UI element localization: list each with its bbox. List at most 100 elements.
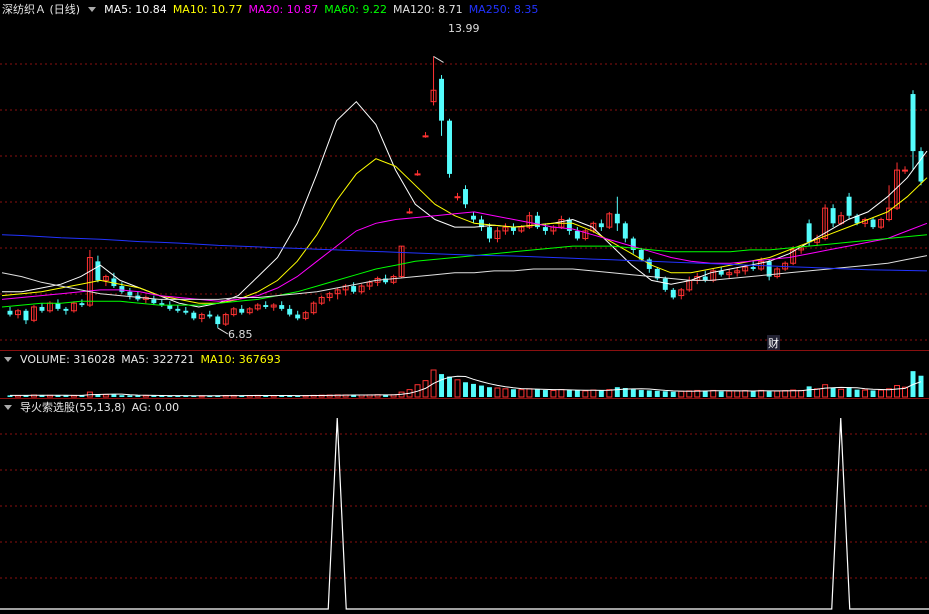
indicator-panel: 导火索选股(55,13,8) AG: 0.00 bbox=[0, 398, 929, 614]
candle-body bbox=[239, 308, 245, 313]
volume-title[interactable]: VOLUME: 316028 bbox=[20, 353, 115, 366]
candle-body bbox=[486, 227, 492, 239]
volume-bar bbox=[734, 390, 741, 398]
volume-bar bbox=[510, 389, 516, 397]
high-pointer bbox=[433, 55, 444, 63]
volume-bar bbox=[518, 389, 525, 398]
chevron-down-icon[interactable] bbox=[88, 6, 97, 12]
volume-bar bbox=[822, 384, 829, 398]
candle-body bbox=[151, 299, 157, 304]
candle-body bbox=[662, 278, 668, 290]
candle-body bbox=[183, 310, 189, 313]
volume-panel: VOLUME: 316028 MA5: 322721 MA10: 367693 bbox=[0, 350, 929, 398]
candle-body bbox=[279, 305, 285, 309]
volume-legend: VOLUME: 316028 MA5: 322721 MA10: 367693 bbox=[0, 350, 281, 368]
stock-title[interactable]: 深纺织Ａ (日线) bbox=[2, 1, 80, 17]
candle-body bbox=[670, 289, 676, 298]
volume-bar bbox=[598, 390, 604, 397]
price-legend: 深纺织Ａ (日线) MA5: 10.84 MA10: 10.77 MA20: 1… bbox=[0, 0, 538, 18]
volume-bar bbox=[471, 383, 476, 397]
volume-bar bbox=[463, 382, 468, 397]
volume-bar bbox=[766, 391, 772, 397]
volume-bar bbox=[750, 391, 756, 397]
ma20-label: MA20: 10.87 bbox=[248, 2, 319, 16]
volume-bar bbox=[119, 395, 125, 397]
candle-body bbox=[439, 78, 445, 121]
volume-bar bbox=[550, 389, 557, 398]
candle-body bbox=[191, 312, 197, 319]
high-price-label: 13.99 bbox=[448, 22, 480, 35]
volume-bar bbox=[718, 391, 724, 397]
volume-bar bbox=[590, 389, 597, 398]
volume-bar bbox=[854, 389, 860, 397]
volume-bar bbox=[702, 390, 708, 397]
volume-bar bbox=[542, 390, 548, 397]
ma-line-ma250 bbox=[1, 234, 928, 272]
volume-bar bbox=[494, 387, 501, 398]
ma120-label: MA120: 8.71 bbox=[392, 2, 463, 16]
candle-body bbox=[510, 227, 516, 231]
finance-marker[interactable]: 财 bbox=[767, 335, 780, 351]
volume-bar bbox=[566, 390, 572, 397]
volume-bar bbox=[582, 390, 589, 398]
volume-ma10: MA10: 367693 bbox=[200, 352, 281, 366]
candle-body bbox=[614, 213, 620, 224]
volume-bar bbox=[502, 388, 509, 398]
volume-bar bbox=[638, 390, 644, 397]
candle-body bbox=[23, 310, 29, 321]
volume-bar bbox=[894, 385, 901, 398]
candle-body bbox=[471, 215, 476, 220]
volume-bar bbox=[742, 390, 749, 398]
candle-body bbox=[463, 189, 468, 205]
candle-body bbox=[127, 291, 133, 296]
volume-bar bbox=[870, 390, 876, 397]
candle-body bbox=[447, 120, 452, 174]
candle-body bbox=[702, 276, 708, 281]
candle-body bbox=[910, 94, 916, 152]
indicator-legend: 导火索选股(55,13,8) AG: 0.00 bbox=[0, 398, 179, 416]
candle-body bbox=[167, 305, 173, 309]
volume-bar bbox=[630, 389, 636, 397]
ma-line-ma5 bbox=[2, 100, 928, 308]
volume-bar bbox=[646, 390, 652, 397]
candle-body bbox=[542, 227, 548, 231]
volume-bar bbox=[846, 387, 852, 397]
volume-bar bbox=[710, 389, 717, 398]
candle-body bbox=[295, 314, 301, 319]
volume-bar bbox=[654, 390, 660, 397]
volume-bar bbox=[758, 389, 765, 398]
volume-bar bbox=[878, 389, 885, 398]
candle-body bbox=[63, 308, 69, 311]
chevron-down-icon[interactable] bbox=[4, 356, 12, 362]
volume-bar bbox=[102, 394, 109, 398]
volume-bar bbox=[111, 394, 117, 397]
volume-bar bbox=[447, 376, 452, 397]
volume-bar bbox=[814, 388, 821, 398]
ma5-label: MA5: 10.84 bbox=[104, 2, 167, 16]
indicator-value: AG: 0.00 bbox=[131, 400, 180, 414]
low-pointer bbox=[217, 327, 229, 335]
candle-body bbox=[95, 261, 101, 281]
ma-line-ma60 bbox=[1, 234, 928, 308]
ag-line bbox=[0, 417, 929, 610]
volume-bar bbox=[479, 385, 484, 397]
volume-bar bbox=[670, 391, 676, 397]
candle-body bbox=[7, 310, 13, 315]
volume-bar bbox=[838, 388, 845, 398]
candle-body bbox=[830, 208, 836, 224]
chevron-down-icon[interactable] bbox=[4, 404, 12, 410]
candle-body bbox=[454, 196, 461, 199]
candle-body bbox=[422, 135, 429, 138]
candle-body bbox=[207, 314, 213, 317]
volume-bar bbox=[574, 390, 580, 397]
volume-bar bbox=[782, 390, 789, 398]
indicator-title[interactable]: 导火索选股(55,13,8) bbox=[20, 399, 126, 415]
price-chart bbox=[0, 55, 929, 341]
volume-bar bbox=[526, 388, 533, 398]
ma-line-ma120 bbox=[1, 255, 928, 300]
price-panel: 深纺织Ａ (日线) MA5: 10.84 MA10: 10.77 MA20: 1… bbox=[0, 0, 929, 351]
volume-bar bbox=[127, 395, 133, 397]
low-price-label: 6.85 bbox=[228, 328, 253, 341]
volume-bar bbox=[686, 390, 693, 398]
volume-ma5: MA5: 322721 bbox=[121, 352, 195, 366]
